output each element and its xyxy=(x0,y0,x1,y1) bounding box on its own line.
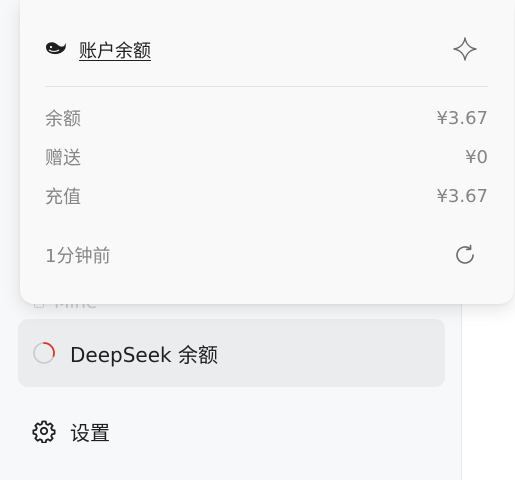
balance-label: 余额 xyxy=(45,109,81,130)
sparkle-icon xyxy=(453,37,477,61)
granted-label: 赠送 xyxy=(45,148,81,169)
topup-value: ¥3.67 xyxy=(436,185,488,207)
refresh-icon xyxy=(456,244,474,264)
divider xyxy=(45,86,488,87)
account-balance-popup: 账户余额 余额 ¥3.67 赠送 ¥0 充值 ¥3.67 1分钟前 xyxy=(20,0,514,304)
sidebar-item-settings[interactable]: 设置 xyxy=(18,397,445,465)
sidebar-item-label: DeepSeek 余额 xyxy=(70,342,218,367)
balance-row: 余额 ¥3.67 xyxy=(45,105,488,131)
granted-value: ¥0 xyxy=(465,146,488,168)
granted-row: 赠送 ¥0 xyxy=(45,144,488,170)
popup-header: 账户余额 xyxy=(45,36,151,64)
sidebar-item-deepseek-balance[interactable]: DeepSeek 余额 xyxy=(18,319,445,387)
sparkle-button[interactable] xyxy=(452,36,478,62)
gear-icon xyxy=(32,419,56,443)
whale-icon xyxy=(45,40,67,60)
popup-title[interactable]: 账户余额 xyxy=(79,37,151,63)
last-updated-text: 1分钟前 xyxy=(45,246,111,267)
topup-label: 充值 xyxy=(45,187,81,208)
loading-spinner-icon xyxy=(32,341,56,365)
topup-row: 充值 ¥3.67 xyxy=(45,183,488,209)
balance-value: ¥3.67 xyxy=(436,107,488,129)
sidebar-item-label: 设置 xyxy=(70,420,110,445)
refresh-button[interactable] xyxy=(452,242,478,268)
